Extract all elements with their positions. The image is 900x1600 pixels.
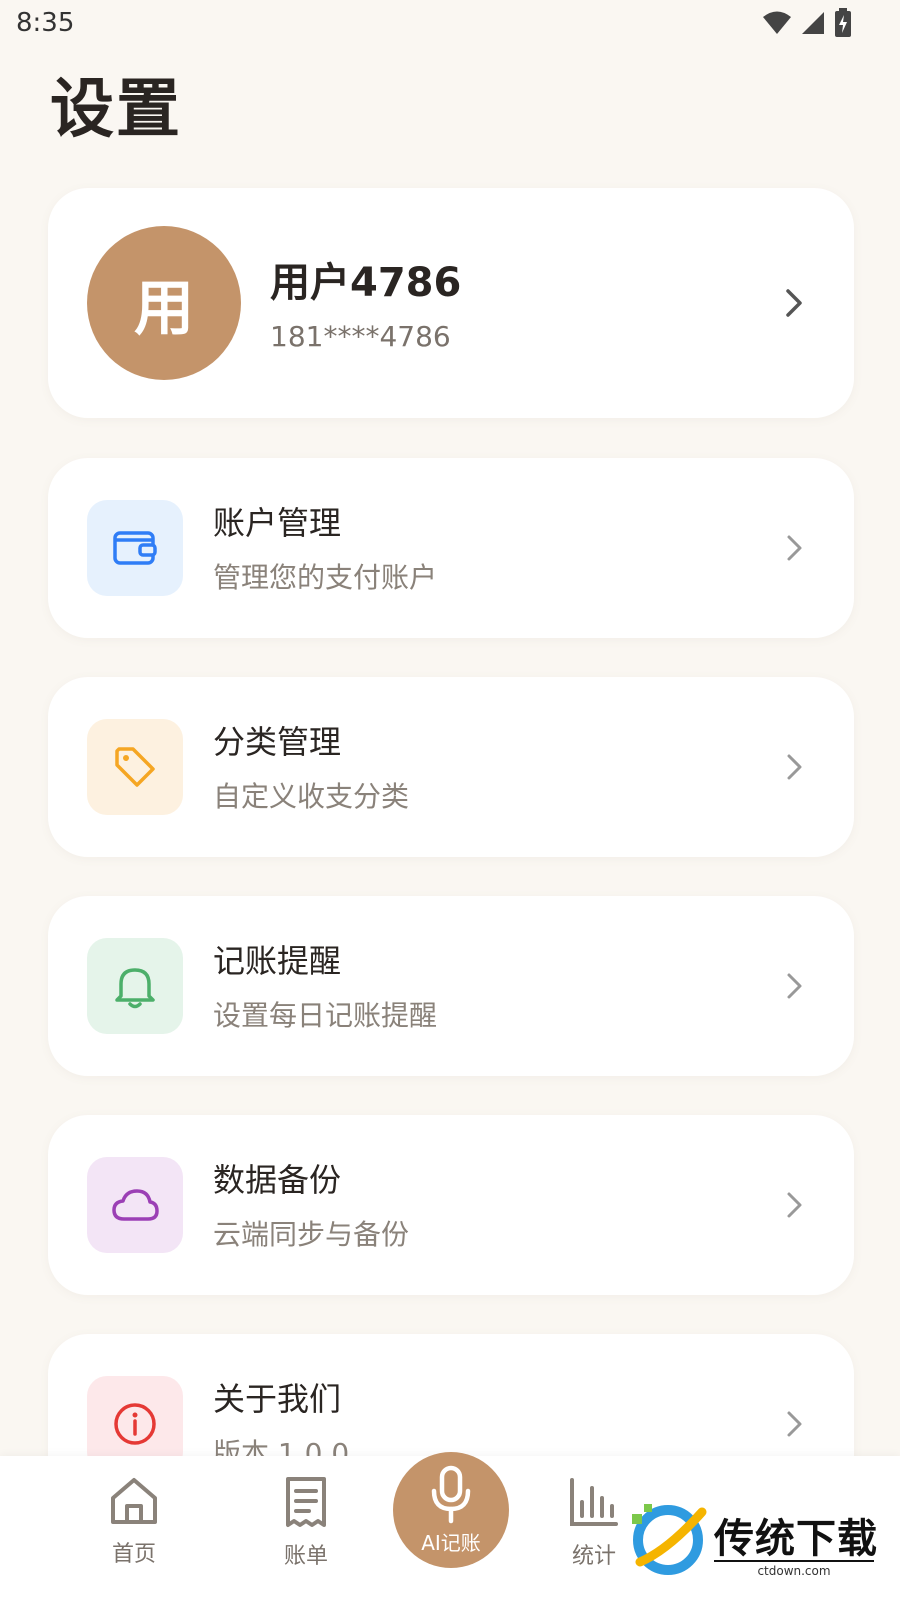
menu-item-reminder[interactable]: 记账提醒 设置每日记账提醒	[48, 896, 854, 1076]
chevron-right-icon	[787, 973, 802, 999]
status-icons	[762, 8, 852, 38]
nav-home-label: 首页	[111, 1542, 156, 1567]
nav-bills-label: 账单	[283, 1544, 328, 1569]
profile-card[interactable]: 用 用户4786 181****4786	[48, 188, 854, 418]
bar-chart-icon	[570, 1478, 618, 1526]
menu-title: 分类管理	[213, 723, 342, 761]
chevron-right-icon	[787, 1192, 802, 1218]
wallet-icon	[87, 500, 183, 596]
bell-icon	[87, 938, 183, 1034]
status-bar: 8:35	[0, 0, 900, 48]
page-title: 设置	[50, 73, 182, 147]
chevron-right-icon	[787, 535, 802, 561]
menu-item-account[interactable]: 账户管理 管理您的支付账户	[48, 458, 854, 638]
chevron-right-icon	[786, 289, 802, 317]
menu-subtitle: 自定义收支分类	[213, 780, 410, 813]
status-time: 8:35	[16, 8, 75, 38]
ai-record-label: AI记账	[421, 1530, 481, 1555]
nav-stats-label: 统计	[571, 1544, 616, 1569]
menu-title: 记账提醒	[213, 942, 342, 980]
tag-icon	[87, 719, 183, 815]
watermark-title: 传统下载	[714, 1516, 878, 1562]
chevron-right-icon	[787, 754, 802, 780]
ai-record-button[interactable]: AI记账	[393, 1452, 509, 1568]
nav-bills[interactable]: 账单	[246, 1476, 366, 1570]
home-icon	[111, 1478, 157, 1524]
profile-name: 用户4786	[270, 260, 462, 306]
menu-subtitle: 设置每日记账提醒	[213, 999, 438, 1032]
nav-home[interactable]: 首页	[74, 1476, 194, 1568]
signal-icon	[802, 12, 824, 34]
watermark-logo-icon	[632, 1504, 707, 1575]
menu-subtitle: 云端同步与备份	[213, 1218, 410, 1251]
menu-title: 账户管理	[213, 504, 342, 542]
menu-item-backup[interactable]: 数据备份 云端同步与备份	[48, 1115, 854, 1295]
watermark-url: ctdown.com	[714, 1560, 874, 1578]
wifi-icon	[763, 11, 791, 34]
profile-phone: 181****4786	[270, 320, 451, 353]
chevron-right-icon	[787, 1411, 802, 1437]
menu-title: 数据备份	[213, 1161, 342, 1199]
menu-subtitle: 管理您的支付账户	[213, 561, 438, 594]
cloud-icon	[87, 1157, 183, 1253]
menu-item-category[interactable]: 分类管理 自定义收支分类	[48, 677, 854, 857]
menu-title: 关于我们	[213, 1380, 342, 1418]
battery-icon	[835, 8, 851, 37]
avatar: 用	[87, 226, 241, 380]
watermark: 传统下载 ctdown.com	[628, 1500, 888, 1580]
microphone-icon	[431, 1465, 471, 1523]
receipt-icon	[286, 1477, 326, 1527]
